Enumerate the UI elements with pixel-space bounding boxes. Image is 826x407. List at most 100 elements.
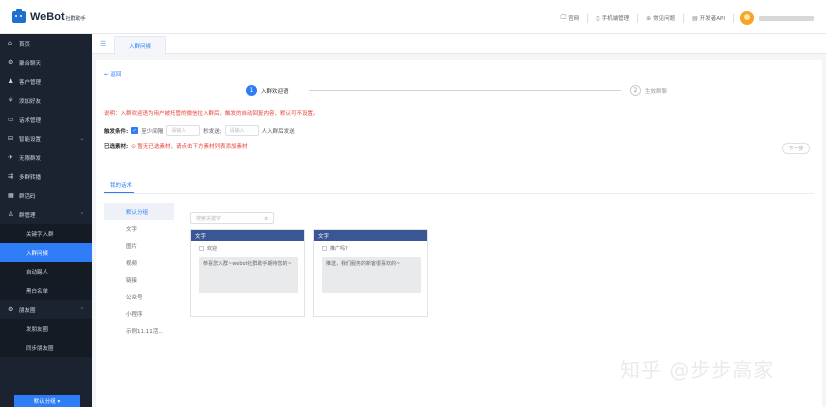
category-item[interactable]: 小程序: [104, 305, 174, 322]
card-name-label: 欢迎: [207, 246, 218, 252]
category-item[interactable]: 视频: [104, 254, 174, 271]
search-placeholder: 搜索关键字: [196, 215, 222, 222]
sidebar-sub-auto-kick[interactable]: 自动踢人: [0, 262, 92, 281]
brand-name: WeBot: [30, 11, 65, 23]
step-label: 生效群聊: [645, 89, 668, 95]
card-title[interactable]: 推广吗?: [322, 245, 348, 252]
sidebar-sub-blacklist[interactable]: 黑白名单: [0, 281, 92, 300]
sidebar-item-relay[interactable]: ⇶ 多群转播: [0, 167, 92, 186]
top-links: 🖵 官网 ▯ 手机端管理 ⊕ 常见问题 ▤ 开发者API: [552, 11, 814, 25]
step-connector: [309, 90, 621, 91]
card-type: 文字: [191, 230, 304, 241]
tab-join-greeting[interactable]: 入群问候: [114, 36, 166, 54]
category-list: 默认分组 文字 图片 视频 链接 公众号 小程序 示例11.11活...: [104, 203, 174, 339]
card-title[interactable]: 欢迎: [199, 245, 217, 252]
category-item[interactable]: 链接: [104, 271, 174, 288]
card-checkbox[interactable]: [199, 246, 204, 251]
material-warning: ⊙ 暂无已选素材，请点击下方素材列表添加素材: [131, 144, 248, 150]
sidebar-item-home[interactable]: ⌂ 首页: [0, 34, 92, 53]
selected-material: 已选素材: ⊙ 暂无已选素材，请点击下方素材列表添加素材: [104, 142, 248, 150]
category-item[interactable]: 图片: [104, 237, 174, 254]
top-link-label: 手机端管理: [601, 16, 630, 22]
gear-icon: ⚙: [8, 59, 14, 66]
sidebar-item-chat[interactable]: ⚙ 聚合聊天: [0, 53, 92, 72]
top-link-faq[interactable]: ⊕ 常见问题: [638, 13, 685, 23]
material-label: 已选素材:: [104, 144, 129, 150]
tab-my-scripts[interactable]: 我的话术: [110, 181, 132, 189]
category-item[interactable]: 文字: [104, 220, 174, 237]
brand-logo[interactable]: WeBot 社群助手: [12, 9, 86, 23]
trigger-label: 触发条件:: [104, 128, 129, 135]
top-link-api[interactable]: ▤ 开发者API: [684, 13, 734, 23]
sidebar-item-customers[interactable]: ♟ 客户管理: [0, 72, 92, 91]
group-icon: ♙: [8, 211, 14, 218]
sidebar-item-label: 群管理: [19, 212, 36, 219]
sidebar-item-add-friends[interactable]: ⚘ 添加好友: [0, 91, 92, 110]
sidebar-item-scripts[interactable]: ▭ 话术管理: [0, 110, 92, 129]
default-group-select[interactable]: 默认分组 ▾: [14, 395, 80, 407]
next-step-button[interactable]: 下一步: [782, 143, 810, 154]
top-bar: WeBot 社群助手 🖵 官网 ▯ 手机端管理 ⊕ 常见问题 ▤ 开发者API: [0, 0, 826, 34]
document-icon: ▤: [692, 14, 698, 22]
sidebar-sub-post-moments[interactable]: 发朋友圈: [0, 319, 92, 338]
username-blurred[interactable]: [759, 15, 814, 21]
chevron-up-icon: ⌃: [79, 211, 84, 218]
category-item[interactable]: 示例11.11活...: [104, 322, 174, 339]
card-content: 推送，我们服务的新客很喜欢的~: [322, 257, 421, 293]
chevron-up-icon: ⌃: [79, 306, 84, 313]
sidebar-item-label: 无限群发: [19, 155, 42, 162]
phone-icon: ▯: [596, 14, 600, 22]
sidebar-item-group-code[interactable]: ▦ 群活码: [0, 186, 92, 205]
category-item[interactable]: 公众号: [104, 288, 174, 305]
interval-mid: 秒发送;: [203, 128, 222, 135]
divider: [104, 193, 814, 194]
sidebar-sub-sync-moments[interactable]: 同步朋友圈: [0, 338, 92, 357]
moments-icon: ⚙: [8, 306, 14, 313]
tab-strip: ☰ 入群问候: [92, 34, 826, 54]
sidebar-group-qun[interactable]: ♙ 群管理 ⌃: [0, 205, 92, 224]
relay-icon: ⇶: [8, 173, 14, 180]
brand-sub: 社群助手: [65, 16, 86, 22]
sidebar-item-label: 智能设置: [19, 136, 42, 143]
top-link-label: 常见问题: [653, 16, 676, 22]
top-link-website[interactable]: 🖵 官网: [552, 13, 589, 23]
home-icon: ⌂: [8, 40, 12, 47]
sidebar-item-broadcast[interactable]: ✈ 无限群发: [0, 148, 92, 167]
watermark: 知乎 @步步高家: [620, 358, 775, 382]
script-card[interactable]: 文字 欢迎 恭喜您入群~webot社群助手期待您的~: [190, 229, 305, 317]
send-icon: ✈: [8, 154, 14, 161]
join-count-input[interactable]: 请输入: [224, 125, 259, 136]
sidebar-item-label: 添加好友: [19, 98, 42, 105]
sidebar-item-label: 客户管理: [19, 79, 42, 86]
sidebar: ⌂ 首页 ⚙ 聚合聊天 ♟ 客户管理 ⚘ 添加好友 ▭ 话术管理 ⊟ 智能设置 …: [0, 34, 92, 407]
script-card[interactable]: 文字 推广吗? 推送，我们服务的新客很喜欢的~: [313, 229, 428, 317]
interval-checkbox[interactable]: ✓: [131, 127, 139, 134]
search-input[interactable]: 搜索关键字 ⌕: [190, 212, 274, 224]
top-link-label: 开发者API: [699, 16, 725, 22]
card-name-label: 推广吗?: [330, 246, 348, 252]
instruction-note: 说明：入群欢迎语为用户被托管的微信拉入群后，触发的自动回复内容，默认可不设置。: [104, 111, 319, 117]
step-label: 入群欢迎语: [261, 89, 289, 95]
sidebar-item-label: 朋友圈: [19, 307, 36, 314]
qrcode-icon: ▦: [8, 192, 14, 199]
category-item[interactable]: 默认分组: [104, 203, 174, 220]
interval-suffix: 人入群后发送: [261, 128, 295, 135]
sidebar-item-smart-settings[interactable]: ⊟ 智能设置 ⌄: [0, 129, 92, 148]
step-number: 1: [246, 85, 257, 96]
menu-icon[interactable]: ☰: [100, 40, 106, 48]
back-link[interactable]: ← 返回: [104, 70, 121, 78]
interval-seconds-input[interactable]: 请输入: [166, 125, 201, 136]
sidebar-group-moments[interactable]: ⚙ 朋友圈 ⌃: [0, 300, 92, 319]
interval-prefix: 至少间隔: [141, 128, 164, 135]
sidebar-sub-join-greeting[interactable]: 入群问候: [0, 243, 92, 262]
robot-icon: [12, 9, 26, 23]
card-checkbox[interactable]: [322, 246, 327, 251]
add-user-icon: ⚘: [8, 97, 14, 104]
sidebar-item-label: 多群转播: [19, 174, 42, 181]
top-link-mobile[interactable]: ▯ 手机端管理: [588, 13, 639, 23]
avatar[interactable]: [740, 11, 754, 25]
step-indicator: 1 入群欢迎语 2 生效群聊: [246, 85, 686, 97]
sidebar-sub-keyword-join[interactable]: 关键字入群: [0, 224, 92, 243]
search-icon[interactable]: ⌕: [265, 215, 268, 223]
user-icon: ♟: [8, 78, 14, 85]
